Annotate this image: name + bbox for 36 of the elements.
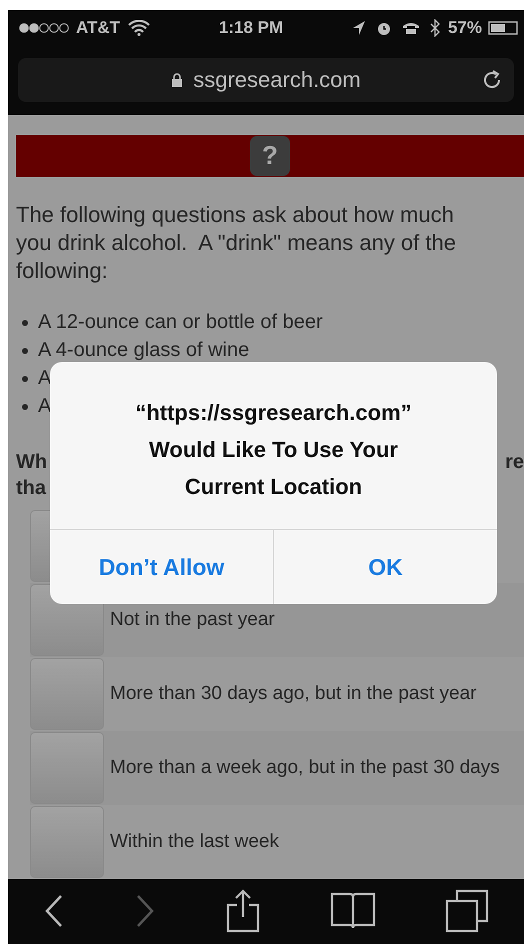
- question-text: re: [505, 450, 524, 475]
- phone-icon: [402, 20, 420, 35]
- alert-title: “https://ssgresearch.com”: [135, 399, 412, 427]
- location-arrow-icon: [352, 20, 366, 36]
- carrier-label: AT&T: [76, 18, 120, 38]
- tabs-icon[interactable]: [445, 889, 490, 934]
- help-button[interactable]: ?: [250, 136, 290, 176]
- answer-label: Not in the past year: [110, 608, 276, 632]
- question-text: Wh: [16, 450, 48, 475]
- wifi-icon: [128, 20, 150, 36]
- answer-label: More than a week ago, but in the past 30 days: [110, 756, 501, 780]
- bullet-icon: [22, 320, 28, 326]
- bullet-text: A 4-ounce glass of wine: [38, 339, 250, 362]
- bullet-text: A 12-ounce can or bottle of beer: [38, 311, 323, 334]
- alert-title: Would Like To Use Your: [149, 436, 398, 464]
- intro-paragraph: The following questions ask about how much you drink alcohol. A "drink" means any of the following:: [16, 200, 457, 285]
- battery-percent: 57%: [448, 18, 482, 38]
- question-text: tha: [16, 476, 48, 501]
- answer-label: More than 30 days ago, but in the past year: [110, 682, 478, 706]
- bullet-icon: [22, 376, 28, 382]
- bullet-icon: [22, 404, 28, 410]
- share-icon[interactable]: [224, 889, 261, 934]
- url-text: ssgresearch.com: [193, 67, 361, 94]
- bluetooth-icon: [430, 18, 440, 37]
- battery-icon: [488, 20, 518, 35]
- clock-time: 1:18 PM: [218, 18, 284, 38]
- bullet-text: A: [38, 395, 52, 418]
- bullet-text: A: [38, 367, 52, 390]
- address-bar[interactable]: ssgresearch.com: [18, 58, 514, 102]
- answer-label: Within the last week: [110, 830, 280, 854]
- back-icon[interactable]: [42, 894, 65, 928]
- alert-title: Current Location: [184, 473, 362, 501]
- alert-button[interactable]: OK: [273, 530, 497, 604]
- signal-icon: [18, 22, 70, 34]
- alert-button[interactable]: Don’t Allow: [50, 530, 273, 604]
- bullet-icon: [22, 348, 28, 354]
